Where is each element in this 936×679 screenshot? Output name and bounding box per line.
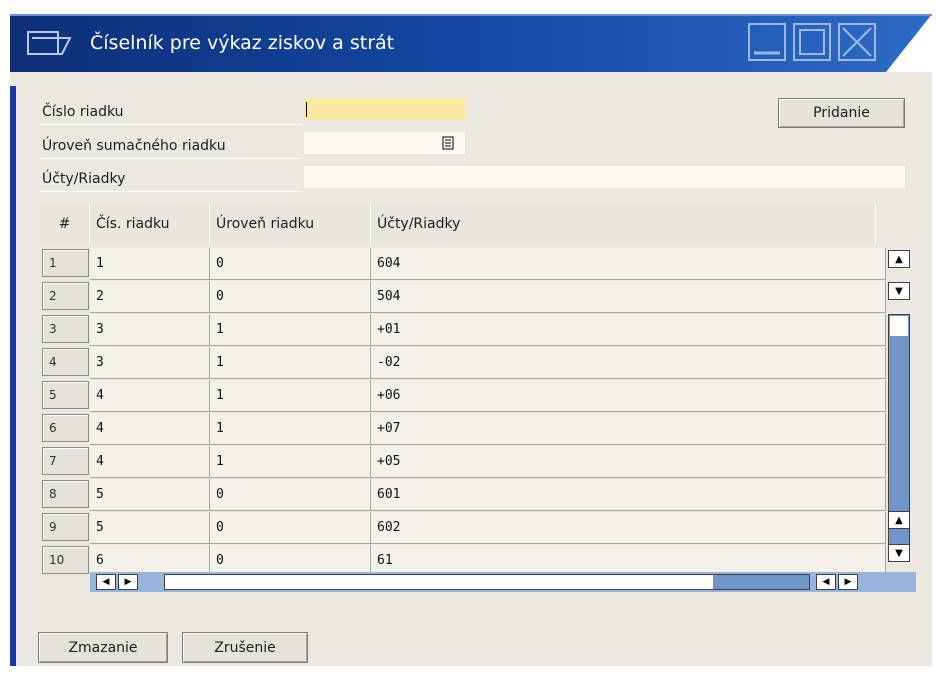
cell-row-number[interactable]: 3 bbox=[90, 347, 210, 379]
cell-accounts[interactable]: 604 bbox=[371, 248, 886, 280]
cell-row-number[interactable]: 1 bbox=[90, 248, 210, 280]
sum-level-label: Úroveň sumačného riadku bbox=[42, 138, 226, 154]
cell-accounts[interactable]: +05 bbox=[371, 446, 886, 478]
table-row[interactable]: 5 4 1 +06 bbox=[40, 380, 886, 413]
window-controls bbox=[748, 23, 876, 61]
scroll-page-down-button[interactable]: ▼ bbox=[888, 544, 910, 562]
row-index-button[interactable]: 8 bbox=[42, 480, 89, 508]
table-row[interactable]: 4 3 1 -02 bbox=[40, 347, 886, 380]
row-index-button[interactable]: 3 bbox=[42, 315, 89, 343]
cell-row-level[interactable]: 1 bbox=[210, 347, 371, 379]
cell-accounts[interactable]: 504 bbox=[371, 281, 886, 313]
scroll-page-up-button[interactable]: ▲ bbox=[888, 511, 910, 529]
cell-row-number[interactable]: 3 bbox=[90, 314, 210, 346]
cell-accounts[interactable]: +01 bbox=[371, 314, 886, 346]
sum-level-select[interactable] bbox=[304, 132, 465, 154]
horizontal-scroll-thumb[interactable] bbox=[165, 575, 713, 589]
cell-row-number[interactable]: 4 bbox=[90, 446, 210, 478]
cell-row-level[interactable]: 1 bbox=[210, 380, 371, 412]
row-index-button[interactable]: 7 bbox=[42, 447, 89, 475]
row-number-underline bbox=[40, 124, 302, 125]
column-header-accounts[interactable]: Účty/Riadky bbox=[371, 204, 876, 244]
scroll-thumb[interactable] bbox=[890, 316, 908, 336]
delete-button[interactable]: Zmazanie bbox=[38, 632, 168, 663]
accent-stripe bbox=[10, 86, 16, 675]
scroll-end-buttons: ◀ ▶ bbox=[816, 574, 864, 590]
accounts-label: Účty/Riadky bbox=[42, 171, 126, 187]
row-number-input[interactable] bbox=[304, 98, 465, 120]
cell-accounts[interactable]: -02 bbox=[371, 347, 886, 379]
row-index-button[interactable]: 2 bbox=[42, 282, 89, 310]
cell-accounts[interactable]: 602 bbox=[371, 512, 886, 544]
table-row[interactable]: 7 4 1 +05 bbox=[40, 446, 886, 479]
maximize-icon bbox=[793, 23, 831, 61]
row-index-button[interactable]: 10 bbox=[42, 546, 89, 574]
cell-accounts[interactable]: +07 bbox=[371, 413, 886, 445]
list-lookup-icon[interactable] bbox=[442, 136, 454, 150]
accounts-underline bbox=[40, 191, 302, 192]
cell-accounts[interactable]: +06 bbox=[371, 380, 886, 412]
row-index-button[interactable]: 1 bbox=[42, 249, 89, 277]
cell-row-number[interactable]: 2 bbox=[90, 281, 210, 313]
column-header-row-number[interactable]: Čís. riadku bbox=[90, 204, 210, 244]
cell-accounts[interactable]: 601 bbox=[371, 479, 886, 511]
scroll-left-buttons: ◀ ▶ bbox=[96, 574, 144, 590]
scroll-down-button[interactable]: ▼ bbox=[888, 282, 910, 300]
scroll-end-right-button[interactable]: ▶ bbox=[838, 574, 858, 590]
sum-level-underline bbox=[40, 158, 302, 159]
window-bottom-edge bbox=[10, 666, 932, 675]
horizontal-scrollbar[interactable]: ◀ ▶ ◀ ▶ bbox=[90, 572, 916, 592]
cell-row-level[interactable]: 1 bbox=[210, 314, 371, 346]
row-index-button[interactable]: 5 bbox=[42, 381, 89, 409]
horizontal-scroll-track[interactable] bbox=[164, 574, 810, 590]
vertical-scrollbar[interactable]: ▲ ▼ ▲ ▼ bbox=[886, 248, 914, 578]
accounts-input[interactable] bbox=[304, 166, 905, 188]
scroll-end-left-button[interactable]: ◀ bbox=[816, 574, 836, 590]
scroll-left-button[interactable]: ◀ bbox=[96, 574, 116, 590]
cell-row-level[interactable]: 0 bbox=[210, 248, 371, 280]
cell-row-level[interactable]: 0 bbox=[210, 479, 371, 511]
cell-row-number[interactable]: 5 bbox=[90, 512, 210, 544]
cell-row-level[interactable]: 0 bbox=[210, 512, 371, 544]
cell-row-number[interactable]: 5 bbox=[90, 479, 210, 511]
title-bar: Číselník pre výkaz ziskov a strát bbox=[10, 14, 932, 72]
form-window-icon bbox=[27, 31, 72, 55]
table-row[interactable]: 6 4 1 +07 bbox=[40, 413, 886, 446]
close-icon bbox=[838, 23, 876, 61]
text-caret bbox=[306, 102, 307, 117]
scroll-up-button[interactable]: ▲ bbox=[888, 250, 910, 268]
rows-table: # Čís. riadku Úroveň riadku Účty/Riadky … bbox=[40, 204, 916, 602]
table-row[interactable]: 1 1 0 604 bbox=[40, 248, 886, 281]
minimize-icon bbox=[748, 23, 786, 61]
cell-row-number[interactable]: 4 bbox=[90, 413, 210, 445]
window-title: Číselník pre výkaz ziskov a strát bbox=[90, 32, 395, 54]
table-row[interactable]: 8 5 0 601 bbox=[40, 479, 886, 512]
row-index-button[interactable]: 9 bbox=[42, 513, 89, 541]
cell-row-number[interactable]: 4 bbox=[90, 380, 210, 412]
cell-row-level[interactable]: 1 bbox=[210, 446, 371, 478]
column-header-row-level[interactable]: Úroveň riadku bbox=[210, 204, 371, 244]
cancel-button[interactable]: Zrušenie bbox=[182, 632, 308, 663]
table-row[interactable]: 2 2 0 504 bbox=[40, 281, 886, 314]
row-index-button[interactable]: 6 bbox=[42, 414, 89, 442]
table-row[interactable]: 9 5 0 602 bbox=[40, 512, 886, 545]
window: Číselník pre výkaz ziskov a strát Číslo … bbox=[10, 14, 932, 675]
row-number-label: Číslo riadku bbox=[42, 104, 124, 120]
scroll-right-button[interactable]: ▶ bbox=[118, 574, 138, 590]
add-button[interactable]: Pridanie bbox=[778, 98, 905, 128]
cell-row-level[interactable]: 1 bbox=[210, 413, 371, 445]
cell-row-level[interactable]: 0 bbox=[210, 281, 371, 313]
table-row[interactable]: 3 3 1 +01 bbox=[40, 314, 886, 347]
row-index-button[interactable]: 4 bbox=[42, 348, 89, 376]
column-header-index[interactable]: # bbox=[40, 204, 90, 244]
